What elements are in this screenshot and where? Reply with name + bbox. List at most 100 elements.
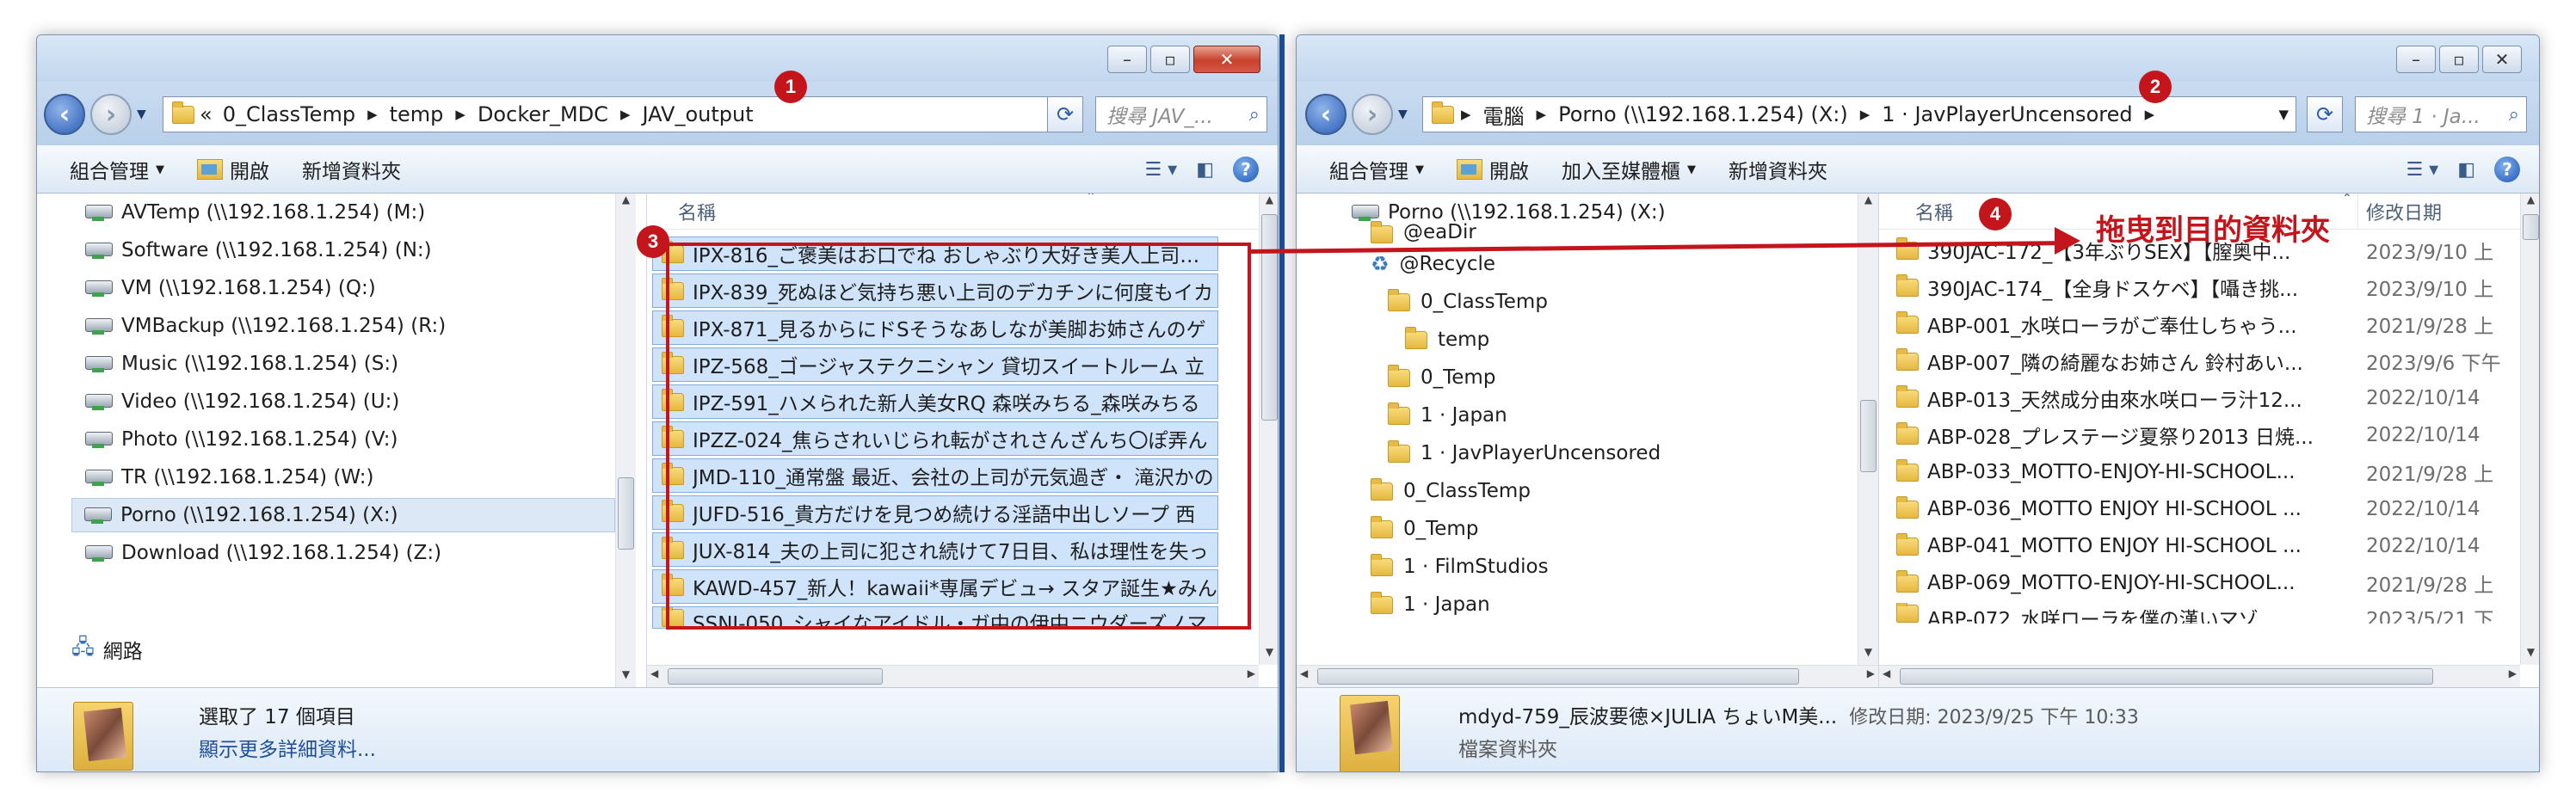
breadcrumb-temp[interactable]: temp xyxy=(390,102,444,126)
right-nav-hscrollbar[interactable]: ◀ ▶ xyxy=(1297,665,1878,687)
preview-pane-icon[interactable]: ◧ xyxy=(2457,159,2475,181)
nav-item-network[interactable]: 🖧 網路 xyxy=(71,632,416,667)
organize-menu[interactable]: 組合管理 ▼ xyxy=(1329,155,1424,184)
nav-item-porno-selected[interactable]: Porno (\\192.168.1.254) (X:) xyxy=(71,498,615,532)
back-button[interactable]: ‹ xyxy=(1305,94,1347,135)
left-address-bar[interactable]: « 0_ClassTemp ▶ temp ▶ Docker_MDC ▶ JAV_… xyxy=(163,96,1078,132)
breadcrumb-jav-output[interactable]: JAV_output xyxy=(642,102,753,126)
right-address-bar[interactable]: ▶ 電腦 ▶ Porno (\\192.168.1.254) (X:) ▶ 1 … xyxy=(1422,96,2296,132)
list-item[interactable]: ABP-036_MOTTO ENJOY HI-SCHOOL ... 2022/10… xyxy=(1888,492,2521,526)
nav-item-drive[interactable]: Software (\\192.168.1.254) (N:) xyxy=(83,233,617,267)
breadcrumb-chevron-icon[interactable]: ▶ xyxy=(455,107,465,122)
maximize-button[interactable]: ▫ xyxy=(2439,46,2479,73)
maximize-button[interactable]: ▫ xyxy=(1150,46,1190,73)
nav-item-drive[interactable]: AVTemp (\\192.168.1.254) (M:) xyxy=(83,195,617,230)
nav-item-folder[interactable]: 0_Temp xyxy=(1371,512,1478,546)
breadcrumb-overflow[interactable]: « xyxy=(200,102,213,126)
nav-item-folder[interactable]: temp xyxy=(1405,323,1489,357)
search-icon[interactable]: ⌕ xyxy=(1249,104,1260,126)
nav-item-folder[interactable]: 1 · Japan xyxy=(1371,587,1490,622)
right-file-list: 名稱 ⌃ 修改日期 390JAC-172_【3年ぶりSEX】【膣奥中... 202… xyxy=(1878,194,2539,687)
nav-item-drive[interactable]: Video (\\192.168.1.254) (U:) xyxy=(83,384,617,419)
back-button[interactable]: ‹ xyxy=(44,94,85,135)
list-item[interactable]: ABP-033_MOTTO-ENJOY-HI-SCHOOL... 2021/9/2… xyxy=(1888,455,2521,489)
right-list-scrollbar[interactable]: ▲ ▼ xyxy=(2520,194,2539,665)
help-icon[interactable]: ? xyxy=(2494,157,2520,182)
show-more-details-link[interactable]: 顯示更多詳細資料... xyxy=(199,733,376,762)
list-item[interactable]: ABP-013_天然成分由來水咲ローラ汁12... 2022/10/14 xyxy=(1888,381,2521,415)
breadcrumb-docker-mdc[interactable]: Docker_MDC xyxy=(478,102,608,126)
right-search-input[interactable]: 搜尋 1 · Ja... ⌕ xyxy=(2355,96,2527,132)
view-options-icon[interactable]: ☰ ▾ xyxy=(1144,159,1177,181)
minimize-button[interactable]: – xyxy=(1107,46,1147,73)
nav-item-drive[interactable]: Music (\\192.168.1.254) (S:) xyxy=(83,347,617,381)
list-item[interactable]: ABP-007_隣の綺麗なお姉さん 鈴村あい... 2023/9/6 下午 xyxy=(1888,344,2521,378)
nav-item-folder[interactable]: 0_ClassTemp xyxy=(1388,285,1548,319)
close-button[interactable]: ✕ xyxy=(2482,46,2522,73)
list-item[interactable]: ABP-072_水咲ローラを僕の漢いマゾ... 2023/5/21 下 xyxy=(1888,603,2521,624)
refresh-icon[interactable]: ⟳ xyxy=(2307,96,2343,132)
network-drive-icon xyxy=(83,354,113,373)
breadcrumb-chevron-icon[interactable]: ▶ xyxy=(1461,107,1471,122)
breadcrumb-javplayeruncensored[interactable]: 1 · JavPlayerUncensored xyxy=(1882,102,2132,126)
breadcrumb-computer[interactable]: 電腦 xyxy=(1483,100,1525,130)
nav-item-drive[interactable]: TR (\\192.168.1.254) (W:) xyxy=(83,460,617,495)
column-header-name[interactable]: 名稱 xyxy=(1915,198,1953,225)
right-nav-scrollbar[interactable]: ▲ ▼ xyxy=(1858,194,1878,687)
breadcrumb-chevron-icon[interactable]: ▶ xyxy=(1860,107,1870,122)
list-item[interactable]: ABP-001_水咲ローラがご奉仕しちゃう... 2021/9/28 上 xyxy=(1888,307,2521,341)
breadcrumb-chevron-icon[interactable]: ▶ xyxy=(1537,107,1547,122)
folder-icon xyxy=(1896,310,1919,334)
preview-pane-icon[interactable]: ◧ xyxy=(1196,159,1214,181)
breadcrumb-chevron-icon[interactable]: ▶ xyxy=(620,107,631,122)
nav-item-drive[interactable]: VM (\\192.168.1.254) (Q:) xyxy=(83,271,617,305)
history-dropdown-icon[interactable]: ▼ xyxy=(1398,108,1408,121)
left-list-hscrollbar[interactable]: ◀ ▶ xyxy=(647,665,1259,687)
nav-item-folder[interactable]: 1 · JavPlayerUncensored xyxy=(1388,436,1661,470)
refresh-icon[interactable]: ⟳ xyxy=(1047,96,1083,132)
close-button[interactable]: ✕ xyxy=(1193,46,1260,73)
forward-button[interactable]: › xyxy=(1352,94,1393,135)
folder-icon xyxy=(1896,421,1919,445)
column-header-date[interactable]: 修改日期 xyxy=(2366,198,2442,225)
open-button[interactable]: 開啟 xyxy=(1457,155,1529,184)
left-list-scrollbar[interactable]: ▲ ▼ xyxy=(1259,194,1278,665)
left-search-input[interactable]: 搜尋 JAV_... ⌕ xyxy=(1095,96,1267,132)
nav-item-folder[interactable]: 1 · Japan xyxy=(1388,398,1507,433)
column-header-name[interactable]: 名稱 ⌃ xyxy=(647,194,1278,230)
history-dropdown-icon[interactable]: ▼ xyxy=(137,108,146,121)
folder-icon xyxy=(1896,347,1919,371)
list-item[interactable]: 390JAC-174_【全身ドスケベ】【囁き挑... 2023/9/10 上 xyxy=(1888,270,2521,304)
list-item[interactable]: ABP-028_プレステージ夏祭り2013 日焼... 2022/10/14 xyxy=(1888,418,2521,452)
list-item[interactable]: ABP-041_MOTTO ENJOY HI-SCHOOL ... 2022/10… xyxy=(1888,529,2521,563)
nav-item-drive[interactable]: Download (\\192.168.1.254) (Z:) xyxy=(83,536,617,570)
breadcrumb-porno-drive[interactable]: Porno (\\192.168.1.254) (X:) xyxy=(1558,102,1848,126)
nav-item-folder[interactable]: 1 · FilmStudios xyxy=(1371,550,1549,584)
right-command-bar: 組合管理 ▼ 開啟 加入至媒體櫃 ▼ 新增資料夾 ☰ ▾ ◧ ? xyxy=(1297,145,2539,194)
folder-icon xyxy=(1388,402,1410,425)
breadcrumb-chevron-icon[interactable]: ▶ xyxy=(367,107,378,122)
new-folder-button[interactable]: 新增資料夾 xyxy=(1729,155,1827,184)
list-item[interactable]: ABP-069_MOTTO-ENJOY-HI-SCHOOL... 2021/9/2… xyxy=(1888,566,2521,600)
minimize-button[interactable]: – xyxy=(2396,46,2436,73)
help-icon[interactable]: ? xyxy=(1233,157,1259,182)
nav-item-folder[interactable]: 0_ClassTemp xyxy=(1371,474,1531,508)
add-to-library-menu[interactable]: 加入至媒體櫃 ▼ xyxy=(1562,155,1696,184)
left-nav-scrollbar[interactable]: ▲ ▼ xyxy=(615,194,636,687)
view-options-icon[interactable]: ☰ ▾ xyxy=(2406,159,2438,181)
nav-item-eadir[interactable]: @eaDir xyxy=(1371,219,1476,243)
organize-menu[interactable]: 組合管理 ▼ xyxy=(70,155,164,184)
nav-item-drive[interactable]: VMBackup (\\192.168.1.254) (R:) xyxy=(83,309,617,343)
selection-count: 選取了 17 個項目 xyxy=(199,706,355,728)
address-dropdown-icon[interactable]: ▼ xyxy=(2278,107,2289,122)
new-folder-button[interactable]: 新增資料夾 xyxy=(302,155,401,184)
nav-item-drive[interactable]: Photo (\\192.168.1.254) (V:) xyxy=(83,422,617,457)
breadcrumb-chevron-icon[interactable]: ▶ xyxy=(2145,107,2155,122)
breadcrumb-0-classtemp[interactable]: 0_ClassTemp xyxy=(223,102,355,126)
forward-button[interactable]: › xyxy=(90,94,132,135)
right-list-hscrollbar[interactable]: ◀ ▶ xyxy=(1879,665,2520,687)
search-icon[interactable]: ⌕ xyxy=(2509,104,2519,126)
folder-icon xyxy=(1371,591,1393,614)
nav-item-folder[interactable]: 0_Temp xyxy=(1388,360,1495,395)
open-button[interactable]: 開啟 xyxy=(197,155,269,184)
